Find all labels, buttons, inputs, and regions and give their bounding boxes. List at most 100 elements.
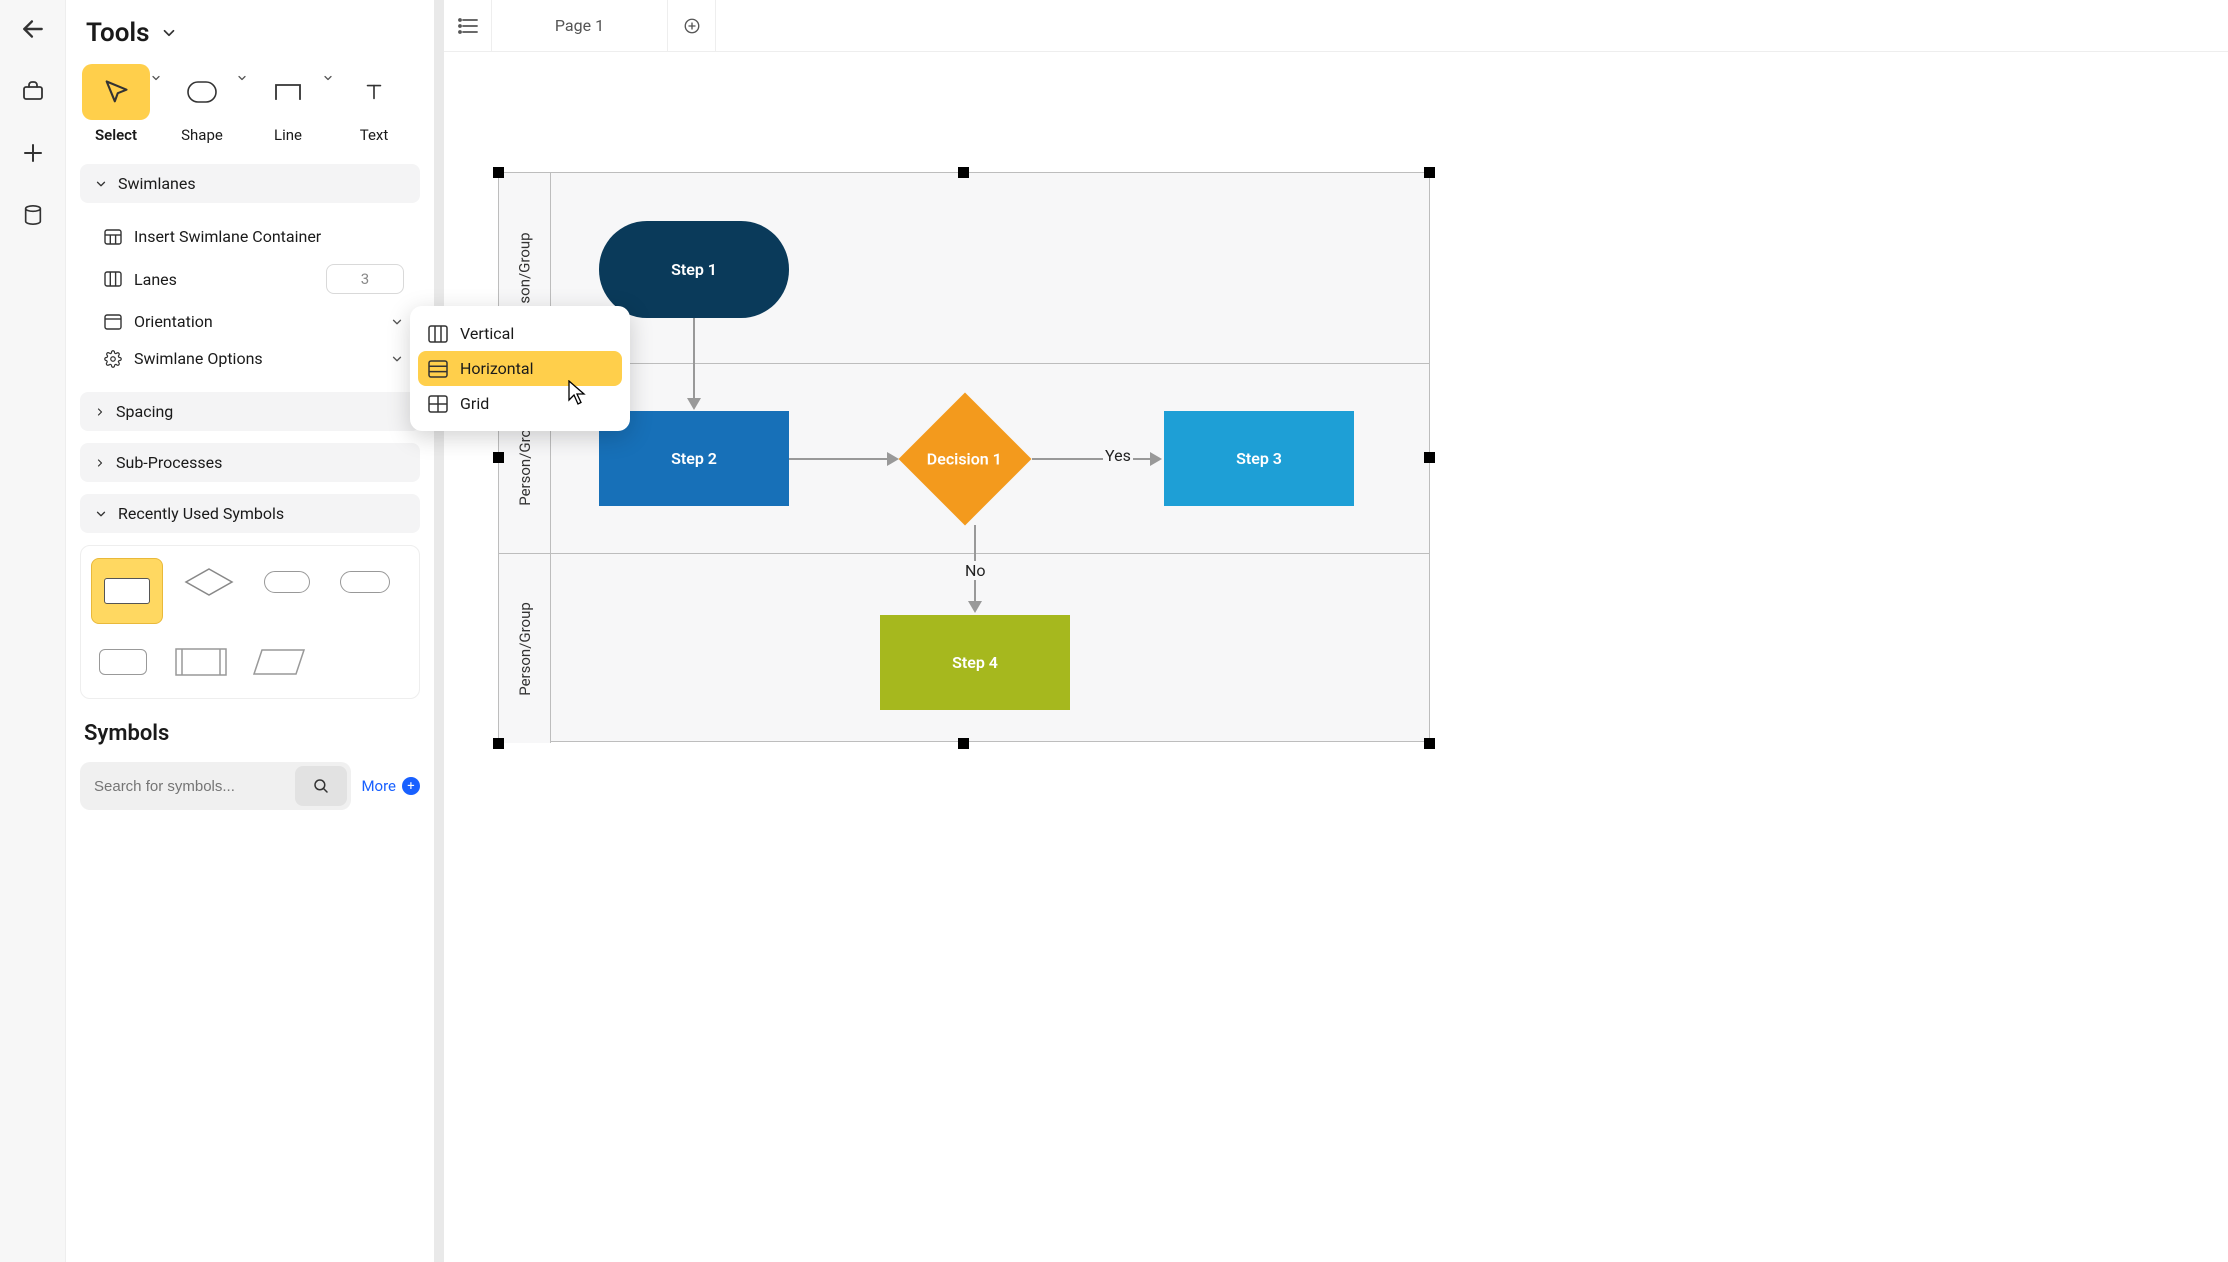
toolbox-button[interactable] — [16, 74, 50, 108]
sidebar-title[interactable]: Tools — [80, 18, 420, 48]
selection-handle-bc[interactable] — [958, 738, 969, 749]
accordion-label: Spacing — [116, 402, 173, 421]
accordion-swimlanes[interactable]: Swimlanes — [80, 164, 420, 203]
edge-label-yes[interactable]: Yes — [1103, 446, 1133, 465]
lanes-count-value: 3 — [361, 270, 369, 288]
tool-label: Select — [95, 126, 137, 144]
accordion-recent-symbols[interactable]: Recently Used Symbols — [80, 494, 420, 533]
more-label: More — [361, 777, 396, 795]
add-button[interactable] — [16, 136, 50, 170]
line-icon — [274, 81, 302, 103]
diagram-canvas[interactable]: son/Group Person/Group Person/Group Step… — [444, 52, 2228, 1262]
selection-handle-tl[interactable] — [493, 167, 504, 178]
plus-circle-icon — [683, 17, 701, 35]
tool-text[interactable]: Text — [340, 64, 408, 144]
tool-shape[interactable]: Shape — [168, 64, 236, 144]
symbol-stadium[interactable] — [333, 558, 397, 606]
edge-step2-decision[interactable] — [789, 458, 889, 460]
list-icon — [458, 17, 478, 35]
grid-icon — [104, 229, 122, 245]
shape-step1[interactable]: Step 1 — [599, 221, 789, 318]
orientation-popup: Vertical Horizontal Grid — [410, 306, 630, 431]
chevron-down-icon — [94, 177, 108, 191]
symbol-search-input[interactable] — [94, 768, 295, 804]
chevron-down-icon — [390, 315, 404, 329]
recent-symbols-panel — [80, 545, 420, 699]
swimlanes-sublist: Insert Swimlane Container Lanes 3 Orient… — [80, 215, 420, 380]
selection-handle-bl[interactable] — [493, 738, 504, 749]
lanes-count-input[interactable]: 3 — [326, 264, 404, 294]
sub-item-label: Orientation — [134, 312, 213, 331]
page-tabs: Page 1 — [444, 0, 2228, 52]
back-button[interactable] — [16, 12, 50, 46]
shape-step4[interactable]: Step 4 — [880, 615, 1070, 710]
shape-label: Decision 1 — [927, 450, 1002, 469]
option-label: Horizontal — [460, 359, 533, 378]
symbol-predefined-process[interactable] — [169, 638, 233, 686]
selection-handle-br[interactable] — [1424, 738, 1435, 749]
symbol-rounded-rect[interactable] — [91, 638, 155, 686]
orientation-option-vertical[interactable]: Vertical — [418, 316, 622, 351]
chevron-down-icon[interactable] — [322, 72, 334, 84]
lane-label: son/Group — [516, 232, 534, 303]
edge-step1-step2[interactable] — [693, 318, 695, 400]
shape-step3[interactable]: Step 3 — [1164, 411, 1354, 506]
shape-label: Step 1 — [671, 260, 717, 279]
symbol-pill[interactable] — [255, 558, 319, 606]
sidebar-resize-handle[interactable] — [434, 0, 444, 1262]
chevron-down-icon[interactable] — [150, 72, 162, 84]
edge-label-no[interactable]: No — [963, 561, 988, 580]
sidebar-title-label: Tools — [86, 18, 150, 48]
orientation-item[interactable]: Orientation — [80, 304, 420, 339]
accordion-spacing[interactable]: Spacing — [80, 392, 420, 431]
database-button[interactable] — [16, 198, 50, 232]
tool-select[interactable]: Select — [82, 64, 150, 144]
symbol-parallelogram[interactable] — [247, 638, 311, 686]
selection-handle-tr[interactable] — [1424, 167, 1435, 178]
chevron-right-icon — [94, 457, 106, 469]
add-page-button[interactable] — [668, 0, 716, 51]
tool-line[interactable]: Line — [254, 64, 322, 144]
chevron-down-icon — [94, 507, 108, 521]
arrowhead-icon — [968, 601, 982, 613]
selection-handle-mr[interactable] — [1424, 452, 1435, 463]
option-label: Grid — [460, 394, 489, 413]
selection-handle-tc[interactable] — [958, 167, 969, 178]
orientation-option-horizontal[interactable]: Horizontal — [418, 351, 622, 386]
text-icon — [363, 81, 385, 103]
tools-sidebar: Tools Select Shape — [66, 0, 434, 1262]
shape-label: Step 2 — [671, 449, 717, 468]
columns-icon — [428, 325, 448, 343]
page-list-button[interactable] — [444, 0, 492, 51]
more-symbols-link[interactable]: More + — [361, 777, 420, 795]
cursor-icon — [102, 78, 130, 106]
orientation-option-grid[interactable]: Grid — [418, 386, 622, 421]
shape-label: Step 3 — [1236, 449, 1282, 468]
arrowhead-icon — [687, 398, 701, 410]
search-button[interactable] — [295, 766, 347, 806]
lane-header[interactable]: Person/Group — [499, 554, 551, 743]
rows-icon — [428, 360, 448, 378]
symbol-search-wrap — [80, 762, 351, 810]
arrowhead-icon — [1150, 452, 1162, 466]
tool-label: Shape — [181, 126, 223, 144]
sub-item-label: Lanes — [134, 270, 177, 289]
swimlane-container[interactable]: son/Group Person/Group Person/Group Step… — [498, 172, 1430, 742]
symbol-diamond[interactable] — [177, 558, 241, 606]
insert-swimlane-container[interactable]: Insert Swimlane Container — [80, 219, 420, 254]
selection-handle-ml[interactable] — [493, 452, 504, 463]
chevron-down-icon — [390, 352, 404, 366]
page-tab-1[interactable]: Page 1 — [492, 0, 668, 51]
chevron-down-icon[interactable] — [236, 72, 248, 84]
edge-decision-step3[interactable] — [1032, 458, 1152, 460]
accordion-label: Recently Used Symbols — [118, 504, 284, 523]
sub-item-label: Insert Swimlane Container — [134, 227, 321, 246]
search-icon — [312, 777, 330, 795]
tool-label: Text — [360, 126, 389, 144]
chevron-right-icon — [94, 406, 106, 418]
lanes-item[interactable]: Lanes 3 — [80, 256, 420, 302]
accordion-sub-processes[interactable]: Sub-Processes — [80, 443, 420, 482]
tool-label: Line — [274, 126, 302, 144]
swimlane-options-item[interactable]: Swimlane Options — [80, 341, 420, 376]
symbol-rectangle[interactable] — [91, 558, 163, 624]
